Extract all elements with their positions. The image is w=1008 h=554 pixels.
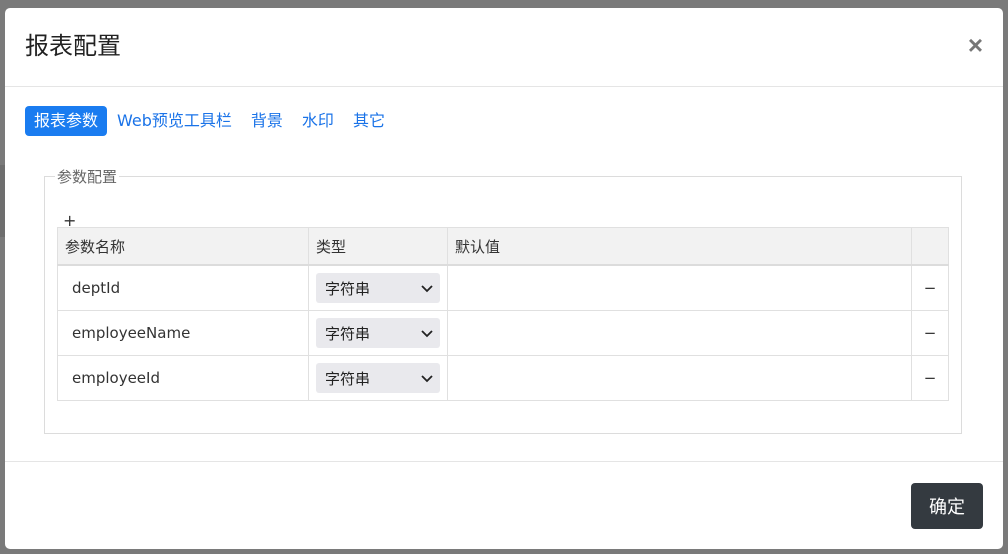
report-config-dialog: 报表配置 × 报表参数 Web预览工具栏 背景 水印 其它 参数配置 + 参数名… bbox=[5, 8, 1003, 549]
param-type-cell: 字符串 bbox=[308, 264, 448, 311]
config-tabs: 报表参数 Web预览工具栏 背景 水印 其它 bbox=[25, 106, 395, 136]
tab-watermark[interactable]: 水印 bbox=[293, 106, 343, 136]
table-row: deptId 字符串 − bbox=[57, 264, 949, 311]
chevron-down-icon bbox=[421, 375, 433, 383]
param-type-cell: 字符串 bbox=[308, 355, 448, 401]
param-config-legend: 参数配置 bbox=[57, 168, 118, 186]
tab-report-params[interactable]: 报表参数 bbox=[25, 106, 108, 136]
table-row: employeeId 字符串 − bbox=[57, 355, 949, 401]
column-header-param-name: 参数名称 bbox=[57, 227, 309, 266]
column-header-type: 类型 bbox=[308, 227, 448, 266]
remove-param-button[interactable]: − bbox=[911, 355, 949, 401]
table-header-row: 参数名称 类型 默认值 bbox=[57, 227, 949, 266]
ok-button[interactable]: 确定 bbox=[911, 483, 983, 529]
param-table: 参数名称 类型 默认值 deptId 字符串 − employeeName 字符… bbox=[57, 227, 949, 401]
remove-param-button[interactable]: − bbox=[911, 310, 949, 356]
close-icon[interactable]: × bbox=[968, 30, 983, 60]
param-name-cell[interactable]: employeeName bbox=[57, 310, 309, 356]
remove-param-button[interactable]: − bbox=[911, 264, 949, 311]
column-header-default-value: 默认值 bbox=[447, 227, 912, 266]
chevron-down-icon bbox=[421, 285, 433, 293]
column-header-actions bbox=[911, 227, 949, 266]
type-select-value: 字符串 bbox=[325, 369, 371, 388]
dialog-footer: 确定 bbox=[5, 461, 1003, 550]
param-name-cell[interactable]: employeeId bbox=[57, 355, 309, 401]
param-default-cell[interactable] bbox=[447, 355, 912, 401]
param-name-cell[interactable]: deptId bbox=[57, 264, 309, 311]
type-select-value: 字符串 bbox=[325, 279, 371, 298]
type-select[interactable]: 字符串 bbox=[316, 363, 440, 393]
type-select-value: 字符串 bbox=[325, 324, 371, 343]
tab-background[interactable]: 背景 bbox=[242, 106, 292, 136]
param-default-cell[interactable] bbox=[447, 264, 912, 311]
dialog-title: 报表配置 bbox=[25, 32, 121, 60]
tab-other[interactable]: 其它 bbox=[344, 106, 394, 136]
type-select[interactable]: 字符串 bbox=[316, 318, 440, 348]
type-select[interactable]: 字符串 bbox=[316, 273, 440, 303]
table-row: employeeName 字符串 − bbox=[57, 310, 949, 356]
param-type-cell: 字符串 bbox=[308, 310, 448, 356]
dialog-header: 报表配置 × bbox=[5, 8, 1003, 87]
param-default-cell[interactable] bbox=[447, 310, 912, 356]
tab-web-preview-toolbar[interactable]: Web预览工具栏 bbox=[108, 106, 241, 136]
chevron-down-icon bbox=[421, 330, 433, 338]
